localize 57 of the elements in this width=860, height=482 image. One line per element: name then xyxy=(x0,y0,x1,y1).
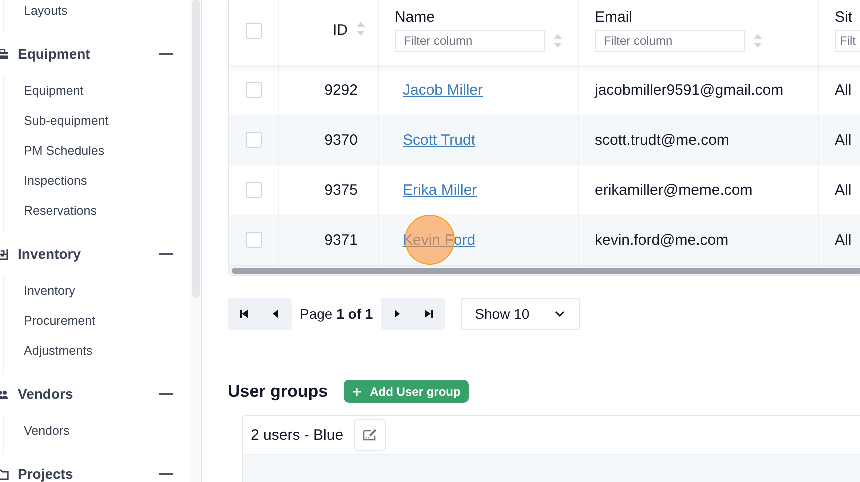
sort-icon[interactable] xyxy=(356,21,366,37)
checkbox[interactable] xyxy=(246,232,262,248)
table-cell: 9370 xyxy=(324,132,358,148)
table-cell: All xyxy=(835,182,852,198)
sidebar-item[interactable]: Layouts xyxy=(4,0,190,26)
plus-icon xyxy=(352,386,362,396)
name-link[interactable]: Erika Miller xyxy=(403,182,478,198)
table-cell: All xyxy=(835,132,852,148)
table-cell: All xyxy=(835,82,852,98)
table-cell: 9375 xyxy=(324,182,358,198)
table-cell: scott.trudt@me.com xyxy=(595,132,730,148)
edit-icon xyxy=(362,427,378,443)
first-page-icon xyxy=(239,309,249,319)
sort-icon[interactable] xyxy=(553,33,563,49)
sidebar-section-title[interactable]: Equipment xyxy=(18,46,159,62)
scrollbar-thumb[interactable] xyxy=(192,0,200,298)
sidebar-item[interactable]: Vendors xyxy=(4,416,190,446)
table-cell: All xyxy=(835,232,852,248)
table-cell: kevin.ford@me.com xyxy=(595,232,729,248)
edit-button[interactable] xyxy=(354,419,386,451)
group-label: 2 users - Blue xyxy=(251,426,344,444)
table-cell: erikamiller@meme.com xyxy=(595,182,753,198)
filter-field[interactable]: Filt xyxy=(835,30,860,52)
name-link[interactable]: Jacob Miller xyxy=(403,82,484,98)
sidebar-item[interactable]: Sub-equipment xyxy=(4,106,190,136)
last-page-icon xyxy=(424,309,434,319)
sidebar-item[interactable]: PM Schedules xyxy=(4,136,190,166)
sidebar-section-title[interactable]: Vendors xyxy=(18,386,159,402)
checkbox[interactable] xyxy=(246,82,262,98)
sidebar-section-title[interactable]: Inventory xyxy=(18,246,159,262)
triangle-right-icon xyxy=(392,309,402,319)
sidebar-item[interactable]: Reservations xyxy=(4,196,190,226)
sidebar-item[interactable]: Inventory xyxy=(4,276,190,306)
table-cell: 9292 xyxy=(324,82,358,98)
column-header: Name xyxy=(395,9,436,26)
name-link[interactable]: Scott Trudt xyxy=(403,132,476,148)
table-cell: jacobmiller9591@gmail.com xyxy=(595,82,784,98)
column-header: Email xyxy=(595,9,634,26)
filter-field[interactable]: Filter column xyxy=(595,30,745,52)
sidebar-item[interactable]: Inspections xyxy=(4,166,190,196)
table-cell: 9371 xyxy=(324,232,358,248)
checkbox[interactable] xyxy=(246,182,262,198)
sidebar-item[interactable]: Equipment xyxy=(4,76,190,106)
checkbox[interactable] xyxy=(246,22,262,38)
triangle-left-icon xyxy=(271,309,281,319)
scrollbar-thumb[interactable] xyxy=(232,268,860,274)
column-header: ID xyxy=(333,22,348,39)
chevron-down-icon xyxy=(555,311,566,317)
sidebar-item[interactable]: Procurement xyxy=(4,306,190,336)
sidebar-section-title[interactable]: Projects xyxy=(18,466,159,482)
checkbox[interactable] xyxy=(246,132,262,148)
section-title: User groups xyxy=(228,382,328,402)
page-size-dropdown[interactable]: Show 10 xyxy=(461,298,580,330)
filter-field[interactable]: Filter column xyxy=(395,30,545,52)
column-header: Sit xyxy=(835,9,854,26)
sort-icon[interactable] xyxy=(753,33,763,49)
sidebar-item[interactable]: Adjustments xyxy=(4,336,190,366)
